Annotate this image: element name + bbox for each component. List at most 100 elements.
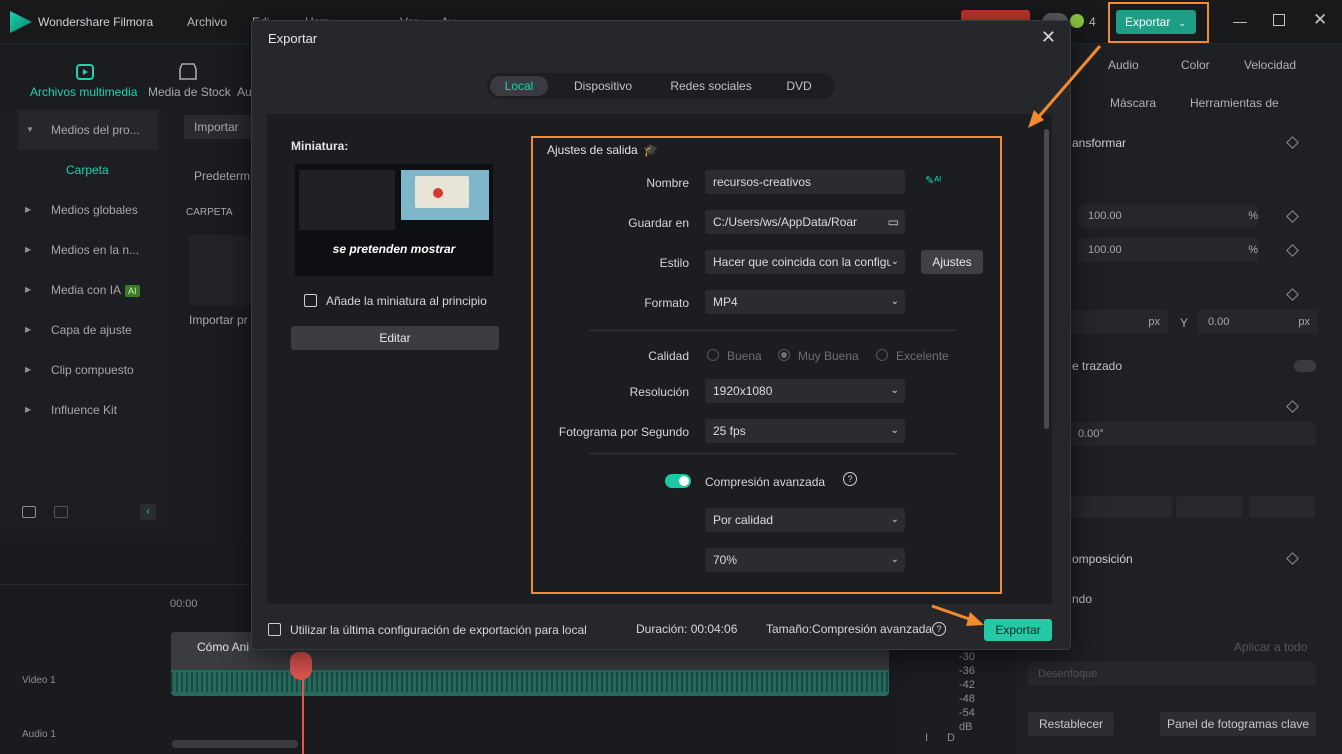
quality-excelente-radio[interactable]: [876, 349, 888, 361]
media-icon[interactable]: [74, 61, 96, 83]
credits-icon: [1070, 14, 1084, 28]
tab-dvd[interactable]: DVD: [771, 76, 827, 96]
help-icon[interactable]: ?: [932, 622, 946, 636]
scale-y-field[interactable]: 100.00%: [1078, 238, 1258, 262]
help-icon[interactable]: ?: [843, 472, 857, 486]
reset-button[interactable]: Restablecer: [1028, 712, 1114, 736]
tab-audio[interactable]: Au: [237, 85, 252, 99]
add-thumbnail-checkbox[interactable]: [304, 294, 317, 307]
sidebar-item-medios-globales[interactable]: ▶ Medios globales: [0, 190, 160, 230]
import-button[interactable]: Importar: [184, 115, 254, 139]
folder-icon[interactable]: [54, 506, 68, 518]
name-input[interactable]: recursos-creativos: [705, 170, 905, 194]
style-value: Hacer que coincida con la configu: [713, 255, 894, 269]
minimize-icon[interactable]: —: [1233, 13, 1247, 29]
export-button[interactable]: Exportar: [984, 619, 1052, 641]
settings-button[interactable]: Ajustes: [921, 250, 983, 274]
timeline-scrollbar[interactable]: [172, 740, 298, 748]
sidebar-item-medios-nube[interactable]: ▶ Medios en la n...: [0, 230, 160, 270]
quality-buena-radio[interactable]: [707, 349, 719, 361]
keyframe-icon[interactable]: [1286, 288, 1299, 301]
ai-badge: AI: [125, 285, 140, 297]
tab-redes-sociales[interactable]: Redes sociales: [655, 76, 767, 96]
sidebar-item-media-ia[interactable]: ▶ Media con IA AI: [0, 270, 160, 310]
position-y-field[interactable]: 0.00 px: [1198, 310, 1318, 334]
import-placeholder[interactable]: [189, 235, 251, 305]
sidebar-item-label: Clip compuesto: [51, 363, 134, 377]
settings-scrollbar[interactable]: [1044, 129, 1049, 429]
tab-dispositivo[interactable]: Dispositivo: [557, 76, 649, 96]
compression-percent-dropdown[interactable]: 70% ⌄: [705, 548, 905, 572]
edit-thumbnail-button[interactable]: Editar: [291, 326, 499, 350]
tab-archivos-multimedia[interactable]: Archivos multimedia: [30, 85, 137, 99]
keyframe-icon[interactable]: [1286, 400, 1299, 413]
style-dropdown[interactable]: Hacer que coincida con la configu ⌄: [705, 250, 905, 274]
caret-right-icon: ▶: [25, 245, 32, 254]
quality-excelente-label: Excelente: [896, 349, 949, 363]
y-label: Y: [1180, 316, 1189, 330]
folder-icon[interactable]: ▭: [883, 210, 899, 234]
tab-color[interactable]: Color: [1181, 58, 1210, 72]
keyframe-icon[interactable]: [1286, 552, 1299, 565]
flip-button-3[interactable]: [1176, 496, 1242, 518]
sidebar-item-influence-kit[interactable]: ▶ Influence Kit: [0, 390, 160, 430]
collapse-sidebar-icon[interactable]: ‹: [140, 504, 156, 520]
stock-media-icon[interactable]: [177, 61, 199, 83]
keyframe-icon[interactable]: [1286, 244, 1299, 257]
top-export-button[interactable]: Exportar ⌄: [1116, 10, 1196, 34]
flip-button-2[interactable]: [1102, 496, 1172, 518]
timecode: 00:00: [170, 598, 198, 610]
maximize-icon[interactable]: [1273, 14, 1285, 26]
use-last-checkbox[interactable]: [268, 623, 281, 636]
close-icon[interactable]: ✕: [1041, 27, 1056, 48]
tab-herramientas[interactable]: Herramientas de: [1190, 96, 1279, 110]
keyframe-icon[interactable]: [1286, 210, 1299, 223]
db-tick: -48: [959, 693, 975, 705]
sidebar-item-medios-proyecto[interactable]: ▼ Medios del pro...: [18, 110, 158, 150]
quality-muy-buena-radio[interactable]: [778, 349, 790, 361]
trazado-toggle[interactable]: [1294, 360, 1316, 372]
fps-label: Fotograma por Segundo: [558, 425, 689, 439]
blur-dropdown[interactable]: Desenfoque: [1028, 662, 1316, 686]
tab-media-stock[interactable]: Media de Stock: [148, 85, 231, 99]
position-x-field[interactable]: px: [1068, 310, 1168, 334]
new-folder-icon[interactable]: [22, 506, 36, 518]
keyframe-panel-button[interactable]: Panel de fotogramas clave: [1160, 712, 1316, 736]
playhead-handle[interactable]: [290, 652, 312, 680]
chevron-down-icon: ⌄: [890, 296, 899, 307]
graduation-cap-icon[interactable]: 🎓: [643, 143, 658, 157]
flip-button-4[interactable]: [1249, 496, 1315, 518]
chevron-down-icon: ⌄: [1178, 18, 1186, 28]
sidebar-item-capa-ajuste[interactable]: ▶ Capa de ajuste: [0, 310, 160, 350]
compression-mode-dropdown[interactable]: Por calidad ⌄: [705, 508, 905, 532]
sidebar-item-label: Capa de ajuste: [51, 323, 132, 337]
tab-audio-props[interactable]: Audio: [1108, 58, 1139, 72]
keyframe-icon[interactable]: [1286, 136, 1299, 149]
rotation-field[interactable]: 0.00°: [1068, 422, 1316, 446]
compression-toggle[interactable]: [665, 474, 691, 488]
scale-x-field[interactable]: 100.00%: [1078, 204, 1258, 228]
tab-local[interactable]: Local: [490, 76, 548, 96]
tab-velocidad[interactable]: Velocidad: [1244, 58, 1296, 72]
folder-header: CARPETA: [186, 207, 233, 218]
ai-rename-icon[interactable]: ✎ᴬᴵ: [925, 174, 941, 187]
sidebar-item-clip-compuesto[interactable]: ▶ Clip compuesto: [0, 350, 160, 390]
caret-right-icon: ▶: [25, 405, 32, 414]
apply-all-button[interactable]: Aplicar a todo: [1234, 640, 1307, 654]
format-dropdown[interactable]: MP4 ⌄: [705, 290, 905, 314]
preset-dropdown[interactable]: Predeterm: [194, 169, 250, 183]
transform-section[interactable]: ansformar: [1072, 136, 1126, 150]
sidebar-item-label: Media con IA: [51, 283, 122, 297]
composition-section[interactable]: omposición: [1072, 552, 1133, 566]
close-window-icon[interactable]: ✕: [1313, 10, 1327, 30]
chevron-down-icon: ⌄: [890, 554, 899, 565]
tab-mascara[interactable]: Máscara: [1110, 96, 1156, 110]
fps-dropdown[interactable]: 25 fps ⌄: [705, 419, 905, 443]
menu-archivo[interactable]: Archivo: [187, 15, 227, 29]
output-settings: Ajustes de salida 🎓 Nombre recursos-crea…: [531, 136, 1002, 591]
save-path-input[interactable]: C:/Users/ws/AppData/Roar ▭: [705, 210, 905, 234]
sidebar-item-carpeta[interactable]: Carpeta: [0, 150, 160, 190]
dialog-title: Exportar: [268, 31, 318, 46]
resolution-dropdown[interactable]: 1920x1080 ⌄: [705, 379, 905, 403]
thumbnail-preview[interactable]: se pretenden mostrar: [295, 164, 493, 276]
